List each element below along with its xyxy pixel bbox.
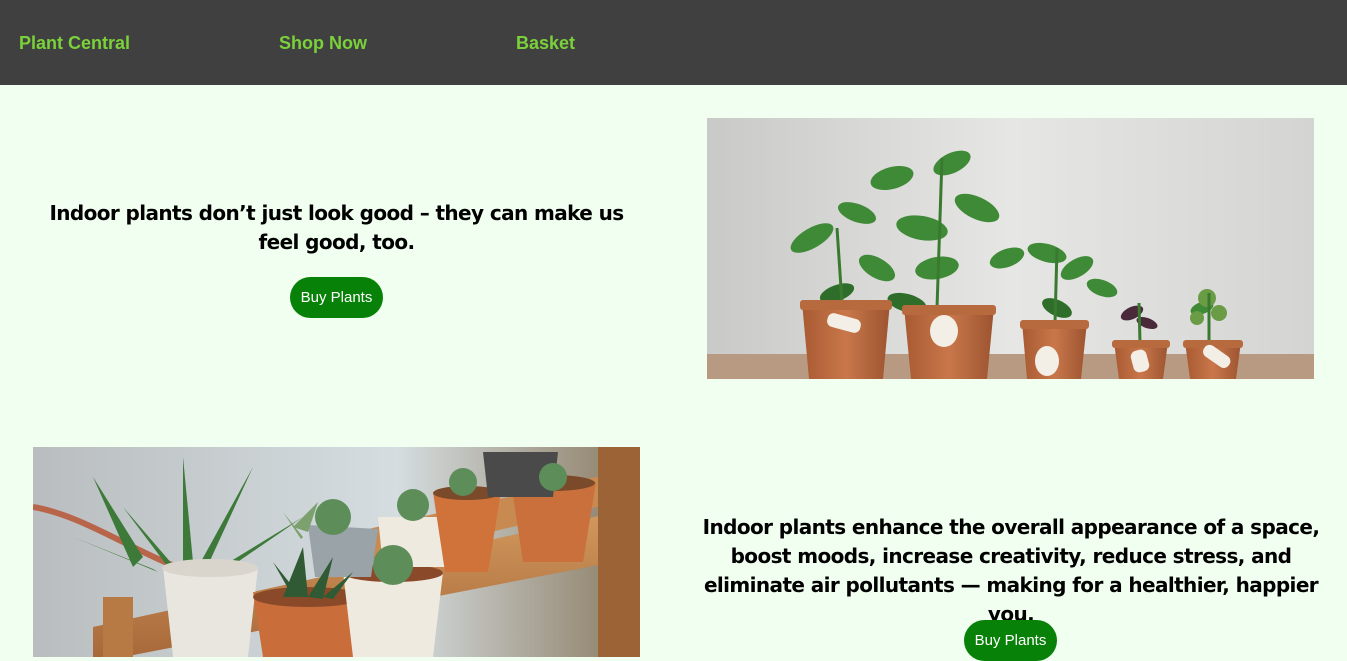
top-navbar: Plant Central Shop Now Basket — [0, 0, 1347, 85]
section-1-headline: Indoor plants don’t just look good – the… — [49, 201, 624, 254]
nav-brand-link[interactable]: Plant Central — [19, 31, 130, 55]
potted-succulents-photo — [33, 447, 640, 657]
section-2-headline: Indoor plants enhance the overall appear… — [702, 515, 1320, 626]
buy-plants-button-2[interactable]: Buy Plants — [964, 620, 1057, 661]
buy-plants-button-1[interactable]: Buy Plants — [290, 277, 383, 318]
potted-seedlings-photo — [707, 118, 1314, 379]
nav-basket-link[interactable]: Basket — [516, 31, 575, 55]
nav-shop-now-link[interactable]: Shop Now — [279, 31, 367, 55]
